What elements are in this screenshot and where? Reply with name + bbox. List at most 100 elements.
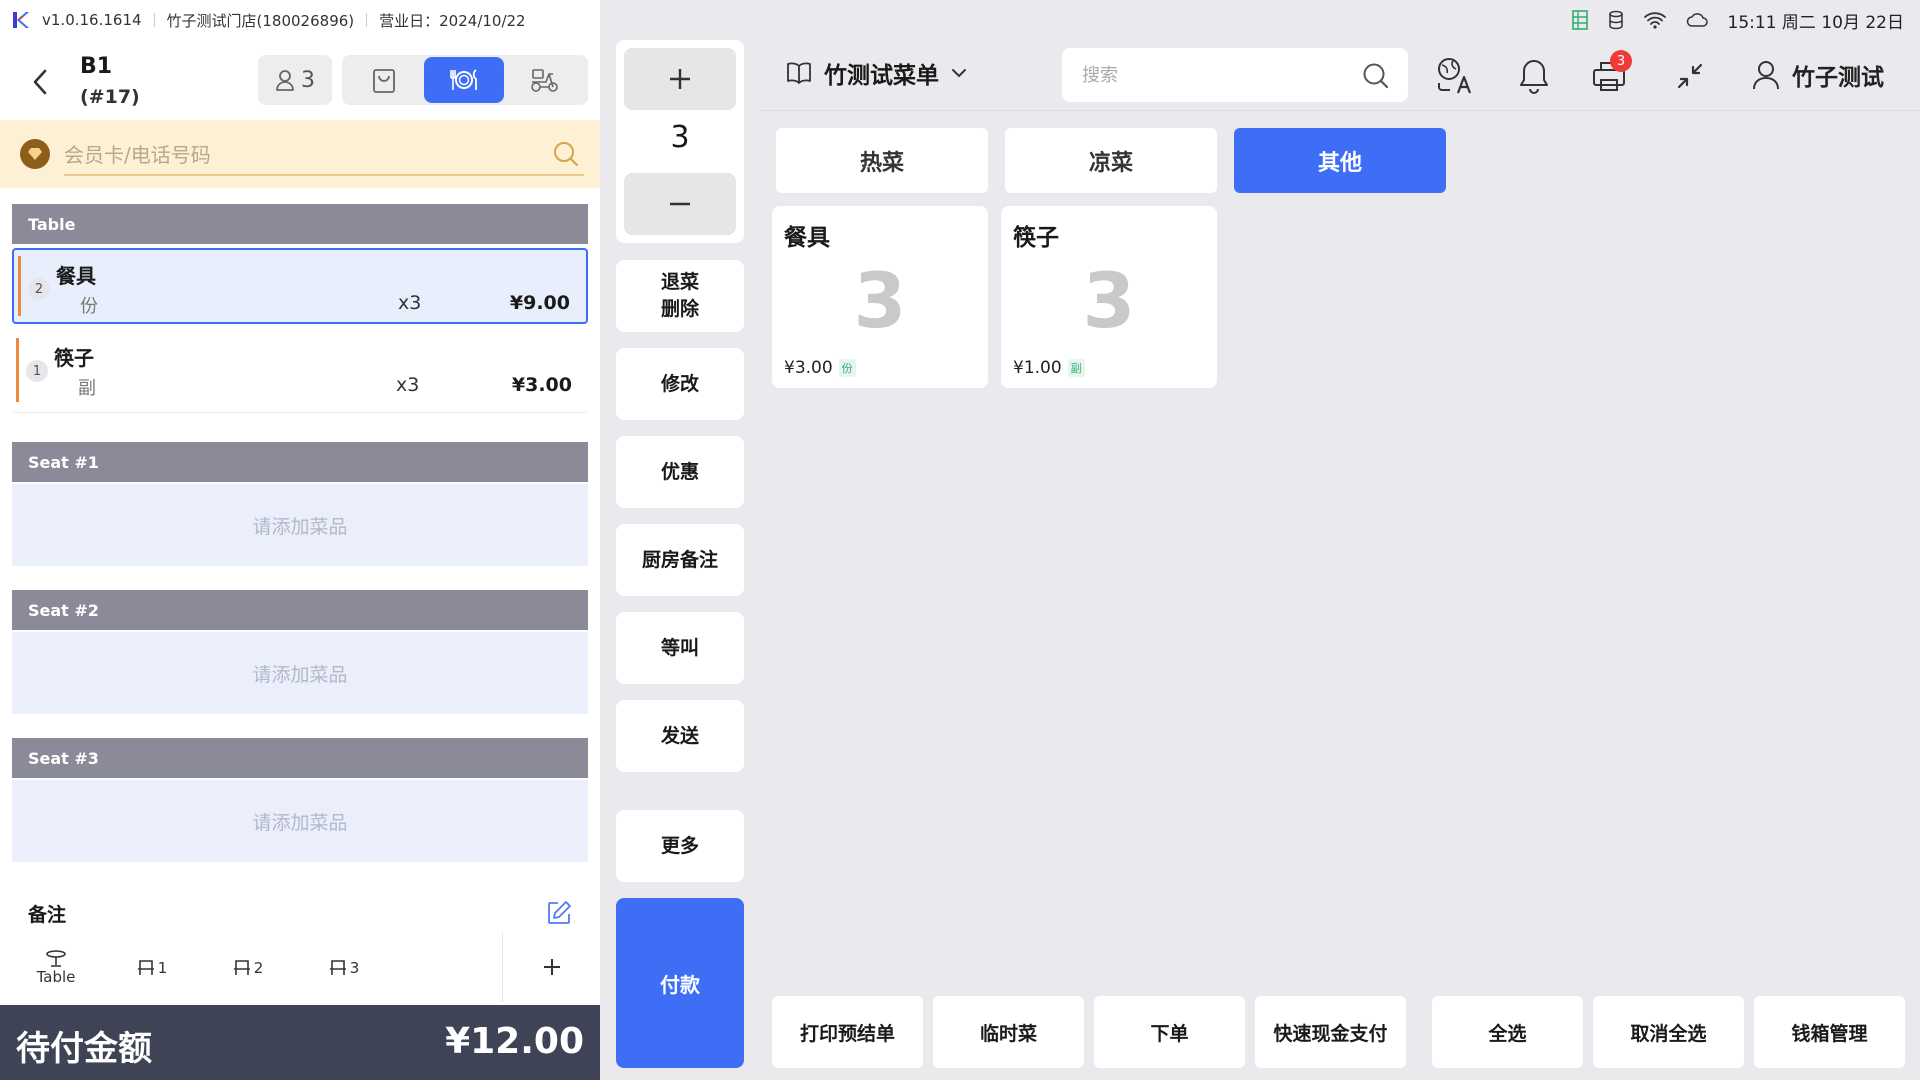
table-section-header[interactable]: Table (12, 204, 588, 244)
takeout-mode-button[interactable] (344, 57, 424, 103)
guest-count: 3 (301, 67, 315, 93)
quick-cash-pay-button[interactable]: 快速现金支付 (1255, 996, 1406, 1068)
seat-tab-2[interactable]: 2 (218, 936, 278, 1000)
decrease-qty-button[interactable] (624, 173, 736, 235)
app-info-bar: v1.0.16.1614 竹子测试门店(180026896) 营业日：2024/… (0, 0, 600, 40)
language-translate-icon[interactable] (1434, 54, 1478, 98)
amount-due-bar: 待付金额 ¥12.00 (0, 1005, 600, 1080)
seat-tab-3[interactable]: 3 (314, 936, 374, 1000)
edit-remark-icon[interactable] (546, 900, 572, 926)
search-icon[interactable] (1362, 62, 1390, 90)
printer-badge: 3 (1610, 50, 1632, 72)
system-status-bar: 15:11 周二 10月 22日 (1571, 6, 1904, 34)
add-seat-button[interactable] (502, 932, 600, 1002)
modify-button[interactable]: 修改 (616, 348, 744, 420)
collapse-fullscreen-icon[interactable] (1668, 54, 1712, 98)
seat-tab-label: 3 (349, 959, 360, 977)
item-unit: 份 (80, 296, 98, 317)
category-tab-other[interactable]: 其他 (1234, 128, 1446, 193)
place-order-button[interactable]: 下单 (1094, 996, 1245, 1068)
item-qty: x3 (396, 374, 420, 396)
dish-unit-tag: 份 (838, 359, 856, 377)
button-label: 退菜 (660, 271, 699, 294)
kitchen-note-button[interactable]: 厨房备注 (616, 524, 744, 596)
minus-icon (670, 202, 690, 206)
user-name: 竹子测试 (1792, 65, 1884, 91)
divider (153, 13, 155, 27)
dine-in-mode-button[interactable] (424, 57, 504, 103)
order-item-row[interactable]: 1 筷子 副 x3 ¥3.00 (12, 332, 588, 408)
deselect-all-button[interactable]: 取消全选 (1593, 996, 1744, 1068)
seat-2-header[interactable]: Seat #2 (12, 590, 588, 630)
pay-button[interactable]: 付款 (616, 898, 744, 1068)
app-version: v1.0.16.1614 (42, 11, 142, 29)
chair-icon (137, 960, 155, 976)
item-price: ¥9.00 (509, 292, 570, 314)
dish-card[interactable]: 餐具 3 ¥3.00 份 (772, 206, 988, 388)
member-search-icon[interactable] (552, 140, 580, 168)
chevron-left-icon (33, 69, 47, 95)
item-marker (16, 338, 19, 402)
order-panel: v1.0.16.1614 竹子测试门店(180026896) 营业日：2024/… (0, 0, 600, 1080)
category-tab-hot[interactable]: 热菜 (776, 128, 988, 193)
dish-search-input[interactable] (1082, 60, 1342, 90)
amount-due-label: 待付金额 (16, 1029, 152, 1069)
quantity-value: 3 (670, 120, 690, 155)
item-index-badge: 1 (26, 360, 48, 382)
vip-diamond-icon (20, 139, 50, 169)
item-qty: x3 (398, 292, 422, 314)
dish-price: ¥1.00 (1013, 358, 1062, 378)
dish-name: 餐具 (784, 225, 830, 251)
dish-search-box (1062, 48, 1408, 102)
temp-dish-button[interactable]: 临时菜 (933, 996, 1084, 1068)
plus-icon (670, 69, 690, 89)
seat-3-header[interactable]: Seat #3 (12, 738, 588, 778)
back-button[interactable] (20, 62, 60, 102)
table-name: B1 (80, 54, 113, 79)
user-icon (1752, 60, 1780, 90)
amount-due-value: ¥12.00 (445, 1021, 584, 1062)
notification-bell-icon[interactable] (1512, 54, 1556, 98)
print-prebill-button[interactable]: 打印预结单 (772, 996, 923, 1068)
plus-icon (543, 959, 560, 975)
seat-tab-label: 1 (157, 959, 168, 977)
user-account[interactable]: 竹子测试 (1752, 58, 1884, 92)
member-search-input[interactable] (64, 136, 584, 176)
store-name: 竹子测试门店(180026896) (166, 11, 355, 30)
seat-3-empty-placeholder[interactable]: 请添加菜品 (12, 780, 588, 862)
printer-queue-button[interactable]: 3 (1588, 50, 1632, 98)
item-name: 餐具 (56, 264, 96, 288)
hold-button[interactable]: 等叫 (616, 612, 744, 684)
order-number: (#17) (80, 86, 140, 108)
seat-1-empty-placeholder[interactable]: 请添加菜品 (12, 484, 588, 566)
item-name: 筷子 (54, 346, 94, 370)
menu-selector[interactable]: 竹测试菜单 (786, 56, 967, 90)
order-item-row[interactable]: 2 餐具 份 x3 ¥9.00 (12, 248, 588, 324)
header-divider (760, 110, 1920, 111)
discount-button[interactable]: 优惠 (616, 436, 744, 508)
guest-count-button[interactable]: 3 (258, 55, 332, 105)
remark-label: 备注 (28, 904, 67, 926)
seat-2-empty-placeholder[interactable]: 请添加菜品 (12, 632, 588, 714)
delivery-mode-button[interactable] (504, 57, 584, 103)
seat-tab-table[interactable]: Table (24, 936, 88, 1000)
send-button[interactable]: 发送 (616, 700, 744, 772)
clock-datetime: 15:11 周二 10月 22日 (1727, 12, 1904, 33)
person-icon (275, 69, 295, 91)
seat-tab-label: 2 (253, 959, 264, 977)
category-tab-cold[interactable]: 凉菜 (1005, 128, 1217, 193)
seat-tab-1[interactable]: 1 (122, 936, 182, 1000)
dish-price: ¥3.00 (784, 358, 833, 378)
cash-drawer-button[interactable]: 钱箱管理 (1754, 996, 1905, 1068)
increase-qty-button[interactable] (624, 48, 736, 110)
plate-cutlery-icon (450, 69, 477, 90)
select-all-button[interactable]: 全选 (1432, 996, 1583, 1068)
seat-1-header[interactable]: Seat #1 (12, 442, 588, 482)
database-icon (1608, 10, 1624, 30)
dish-unit-tag: 副 (1067, 359, 1085, 377)
dish-card[interactable]: 筷子 3 ¥1.00 副 (1001, 206, 1217, 388)
void-delete-button[interactable]: 退菜 删除 (616, 260, 744, 332)
item-unit: 副 (78, 378, 96, 399)
seat-tab-label: Table (36, 968, 76, 986)
more-button[interactable]: 更多 (616, 810, 744, 882)
